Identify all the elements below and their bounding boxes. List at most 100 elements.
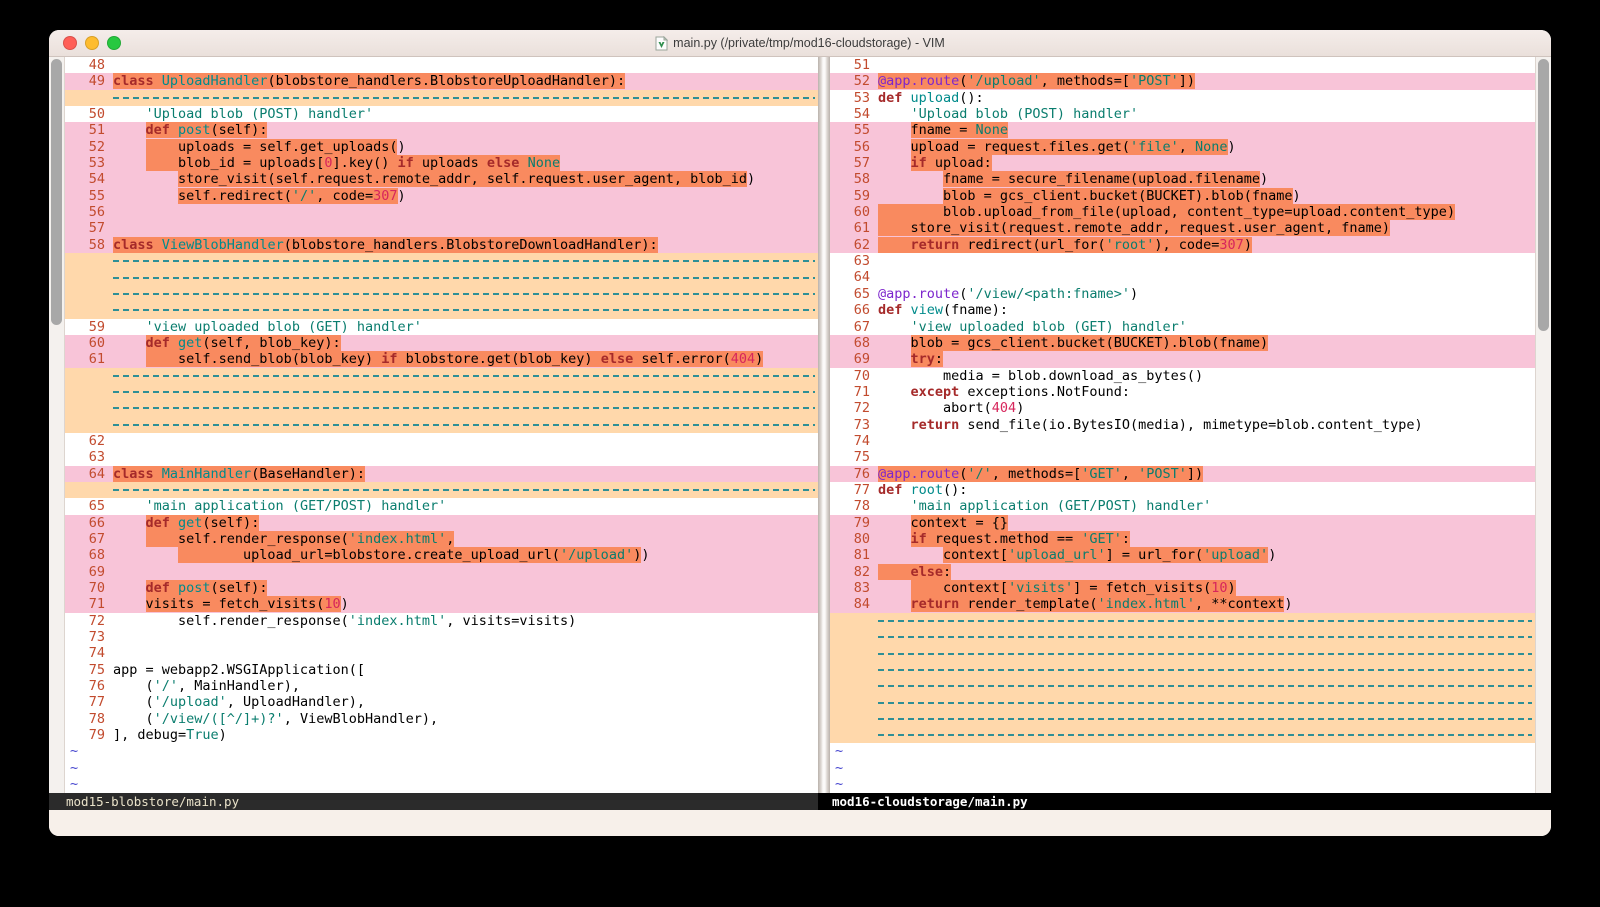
code-row[interactable]: 82 else:: [830, 564, 1535, 580]
diff-filler-row[interactable]: [830, 645, 1535, 661]
minimize-button[interactable]: [85, 36, 99, 50]
code-row[interactable]: 77def root():: [830, 482, 1535, 498]
code-row[interactable]: 72 self.render_response('index.html', vi…: [65, 613, 818, 629]
zoom-button[interactable]: [107, 36, 121, 50]
diff-filler-row[interactable]: [830, 727, 1535, 743]
diff-filler-row[interactable]: [830, 613, 1535, 629]
diff-filler-row[interactable]: [830, 678, 1535, 694]
code-row[interactable]: 73 return send_file(io.BytesIO(media), m…: [830, 417, 1535, 433]
diff-filler-row[interactable]: [830, 662, 1535, 678]
code-row[interactable]: 55 self.redirect('/', code=307): [65, 188, 818, 204]
code-row[interactable]: 68 upload_url=blobstore.create_upload_ur…: [65, 547, 818, 563]
code-row[interactable]: 63: [830, 253, 1535, 269]
code-row[interactable]: 65 'main application (GET/POST) handler': [65, 498, 818, 514]
pane-separator[interactable]: [818, 57, 830, 793]
code-row[interactable]: 75app = webapp2.WSGIApplication([: [65, 662, 818, 678]
code-row[interactable]: 73: [65, 629, 818, 645]
code-row[interactable]: 57 if upload:: [830, 155, 1535, 171]
code-row[interactable]: 61 store_visit(request.remote_addr, requ…: [830, 220, 1535, 236]
code-row[interactable]: 77 ('/upload', UploadHandler),: [65, 694, 818, 710]
code-row[interactable]: 70 media = blob.download_as_bytes(): [830, 368, 1535, 384]
code-row[interactable]: 56 upload = request.files.get('file', No…: [830, 139, 1535, 155]
window-title-bar[interactable]: main.py (/private/tmp/mod16-cloudstorage…: [49, 30, 1551, 57]
code-row[interactable]: 60 blob.upload_from_file(upload, content…: [830, 204, 1535, 220]
code-row[interactable]: 54 'Upload blob (POST) handler': [830, 106, 1535, 122]
code-row[interactable]: 64class MainHandler(BaseHandler):: [65, 466, 818, 482]
code-row[interactable]: 66 def get(self):: [65, 515, 818, 531]
left-scrollbar[interactable]: [49, 57, 65, 793]
code-row[interactable]: 53def upload():: [830, 90, 1535, 106]
right-scrollbar-thumb[interactable]: [1538, 59, 1549, 331]
left-scrollbar-thumb[interactable]: [51, 59, 62, 325]
code-row[interactable]: 64: [830, 269, 1535, 285]
code-row[interactable]: 78 ('/view/([^/]+)?', ViewBlobHandler),: [65, 711, 818, 727]
code-row[interactable]: 69: [65, 564, 818, 580]
code-row[interactable]: 67 self.render_response('index.html',: [65, 531, 818, 547]
code-row[interactable]: 67 'view uploaded blob (GET) handler': [830, 319, 1535, 335]
code-row[interactable]: 52 uploads = self.get_uploads(): [65, 139, 818, 155]
vim-command-line[interactable]: [49, 810, 1551, 836]
code-row[interactable]: 74: [65, 645, 818, 661]
code-row[interactable]: 53 blob_id = uploads[0].key() if uploads…: [65, 155, 818, 171]
diff-filler-row[interactable]: [65, 269, 818, 285]
code-row[interactable]: 76 ('/', MainHandler),: [65, 678, 818, 694]
code-row[interactable]: 54 store_visit(self.request.remote_addr,…: [65, 171, 818, 187]
code-row[interactable]: 78 'main application (GET/POST) handler': [830, 498, 1535, 514]
diff-filler-row[interactable]: [65, 368, 818, 384]
code-row[interactable]: 65@app.route('/view/<path:fname>'): [830, 286, 1535, 302]
end-of-buffer-row[interactable]: ~: [65, 760, 818, 776]
code-row[interactable]: 75: [830, 449, 1535, 465]
diff-filler-row[interactable]: [65, 384, 818, 400]
code-row[interactable]: 57: [65, 220, 818, 236]
code-row[interactable]: 79], debug=True): [65, 727, 818, 743]
code-row[interactable]: 50 'Upload blob (POST) handler': [65, 106, 818, 122]
code-row[interactable]: 59 'view uploaded blob (GET) handler': [65, 319, 818, 335]
diff-filler-row[interactable]: [65, 482, 818, 498]
code-row[interactable]: 69 try:: [830, 351, 1535, 367]
end-of-buffer-row[interactable]: ~: [830, 760, 1535, 776]
code-row[interactable]: 48: [65, 57, 818, 73]
diff-filler-row[interactable]: [830, 711, 1535, 727]
code-row[interactable]: 76@app.route('/', methods=['GET', 'POST'…: [830, 466, 1535, 482]
code-row[interactable]: 62: [65, 433, 818, 449]
code-row[interactable]: 74: [830, 433, 1535, 449]
code-row[interactable]: 52@app.route('/upload', methods=['POST']…: [830, 73, 1535, 89]
code-row[interactable]: 56: [65, 204, 818, 220]
code-row[interactable]: 81 context['upload_url'] = url_for('uplo…: [830, 547, 1535, 563]
code-row[interactable]: 51 def post(self):: [65, 122, 818, 138]
diff-filler-row[interactable]: [65, 286, 818, 302]
diff-filler-row[interactable]: [65, 90, 818, 106]
code-row[interactable]: 79 context = {}: [830, 515, 1535, 531]
diff-filler-row[interactable]: [830, 629, 1535, 645]
code-row[interactable]: 59 blob = gcs_client.bucket(BUCKET).blob…: [830, 188, 1535, 204]
code-row[interactable]: 62 return redirect(url_for('root'), code…: [830, 237, 1535, 253]
end-of-buffer-row[interactable]: ~: [65, 743, 818, 759]
code-row[interactable]: 68 blob = gcs_client.bucket(BUCKET).blob…: [830, 335, 1535, 351]
diff-filler-row[interactable]: [65, 417, 818, 433]
code-row[interactable]: 51: [830, 57, 1535, 73]
right-scrollbar[interactable]: [1535, 57, 1551, 793]
code-row[interactable]: 83 context['visits'] = fetch_visits(10): [830, 580, 1535, 596]
code-row[interactable]: 71 visits = fetch_visits(10): [65, 596, 818, 612]
end-of-buffer-row[interactable]: ~: [65, 776, 818, 792]
code-row[interactable]: 63: [65, 449, 818, 465]
code-row[interactable]: 61 self.send_blob(blob_key) if blobstore…: [65, 351, 818, 367]
code-row[interactable]: 72 abort(404): [830, 400, 1535, 416]
code-row[interactable]: 55 fname = None: [830, 122, 1535, 138]
code-row[interactable]: 71 except exceptions.NotFound:: [830, 384, 1535, 400]
diff-filler-row[interactable]: [65, 253, 818, 269]
close-button[interactable]: [63, 36, 77, 50]
end-of-buffer-row[interactable]: ~: [830, 743, 1535, 759]
code-row[interactable]: 66def view(fname):: [830, 302, 1535, 318]
code-row[interactable]: 58 fname = secure_filename(upload.filena…: [830, 171, 1535, 187]
end-of-buffer-row[interactable]: ~: [830, 776, 1535, 792]
diff-filler-row[interactable]: [65, 400, 818, 416]
code-row[interactable]: 49class UploadHandler(blobstore_handlers…: [65, 73, 818, 89]
code-row[interactable]: 70 def post(self):: [65, 580, 818, 596]
diff-filler-row[interactable]: [830, 694, 1535, 710]
code-row[interactable]: 58class ViewBlobHandler(blobstore_handle…: [65, 237, 818, 253]
code-row[interactable]: 60 def get(self, blob_key):: [65, 335, 818, 351]
diff-filler-row[interactable]: [65, 302, 818, 318]
code-row[interactable]: 80 if request.method == 'GET':: [830, 531, 1535, 547]
code-row[interactable]: 84 return render_template('index.html', …: [830, 596, 1535, 612]
